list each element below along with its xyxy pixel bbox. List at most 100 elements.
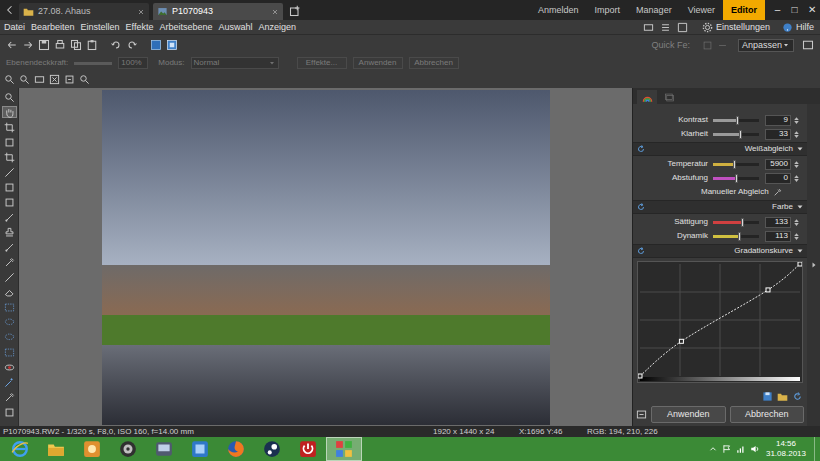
curve-chart[interactable]	[638, 262, 802, 382]
mode-label[interactable]: Editor	[731, 6, 757, 15]
tool-button[interactable]	[2, 301, 17, 313]
tool-button[interactable]	[2, 406, 17, 418]
expand-arrow-icon[interactable]	[796, 145, 804, 153]
panel-tab[interactable]	[637, 90, 657, 104]
tray-expand-icon[interactable]	[708, 444, 718, 454]
panel-scroll-strip[interactable]	[807, 104, 820, 426]
tool-button[interactable]	[2, 166, 17, 178]
mode-label[interactable]: Anmelden	[538, 6, 579, 15]
button-label[interactable]: Abbrechen	[745, 410, 789, 419]
taskbar-app[interactable]	[290, 437, 326, 461]
settings-label[interactable]: Einstellungen	[716, 23, 770, 32]
menu-item[interactable]: Auswahl	[219, 23, 253, 32]
reset-icon[interactable]	[636, 202, 646, 212]
taskbar-app[interactable]	[74, 437, 110, 461]
menu-item[interactable]: Einstellen	[81, 23, 120, 32]
tool-button[interactable]	[2, 346, 17, 358]
volume-icon[interactable]	[750, 444, 760, 454]
tool-button[interactable]	[2, 316, 17, 328]
value-field[interactable]: 9	[765, 115, 791, 126]
slider-thumb[interactable]	[736, 116, 739, 125]
zoom-icon[interactable]	[49, 74, 60, 85]
reset-icon[interactable]	[636, 144, 646, 154]
toolbar-icon[interactable]	[110, 39, 122, 51]
curve-point[interactable]	[766, 288, 770, 292]
section-header[interactable]: Farbe	[633, 200, 807, 214]
tool-button[interactable]	[2, 376, 17, 388]
taskbar-app[interactable]	[146, 437, 182, 461]
spinner-icon[interactable]	[792, 116, 801, 125]
tool-button[interactable]	[2, 241, 17, 253]
settings-button[interactable]: Einstellungen	[702, 22, 770, 33]
value-field[interactable]: 133	[765, 217, 791, 228]
close-icon[interactable]	[137, 8, 145, 16]
tool-button[interactable]	[2, 211, 17, 223]
window-control-button[interactable]: □	[786, 5, 803, 15]
slider-thumb[interactable]	[738, 232, 741, 241]
tab-label[interactable]: 27.08. Ahaus	[38, 7, 133, 16]
tool-button[interactable]	[2, 151, 17, 163]
slider-track[interactable]	[713, 221, 759, 224]
toolbar-icon[interactable]	[150, 39, 162, 51]
toolbar-icon[interactable]	[38, 39, 50, 51]
reset-icon[interactable]	[792, 391, 803, 402]
taskbar-app[interactable]	[2, 437, 38, 461]
menu-item[interactable]: Anzeigen	[259, 23, 297, 32]
tool-button[interactable]	[2, 91, 17, 103]
manual-balance-label[interactable]: Manueller Abgleich	[701, 188, 769, 196]
slider-value[interactable]: 9	[784, 116, 788, 124]
mode-label[interactable]: Import	[595, 6, 621, 15]
slider-track[interactable]	[713, 163, 759, 166]
collapse-arrow-icon[interactable]	[810, 261, 818, 269]
help-button[interactable]: Hilfe	[782, 22, 814, 33]
eyedropper-icon[interactable]	[773, 188, 782, 197]
section-header[interactable]: Weißabgleich	[633, 142, 807, 156]
slider-track[interactable]	[713, 235, 759, 238]
menu-item[interactable]: Bearbeiten	[31, 23, 75, 32]
spinner-icon[interactable]	[792, 130, 801, 139]
slider-track[interactable]	[713, 133, 759, 136]
taskbar-app[interactable]	[38, 437, 74, 461]
spinner-icon[interactable]	[792, 174, 801, 183]
slider-thumb[interactable]	[733, 160, 736, 169]
mode-tab[interactable]: Viewer	[680, 0, 723, 20]
tool-button[interactable]	[2, 121, 17, 133]
menu-item[interactable]: Arbeitsebene	[159, 23, 212, 32]
curve-point[interactable]	[679, 339, 683, 343]
spinner-icon[interactable]	[792, 160, 801, 169]
new-tab-icon[interactable]	[289, 5, 301, 17]
network-icon[interactable]	[736, 444, 746, 454]
panel-tab[interactable]	[659, 90, 679, 104]
slider-track[interactable]	[713, 119, 759, 122]
monitor-icon[interactable]	[643, 22, 654, 33]
zoom-icon[interactable]	[79, 74, 90, 85]
help-label[interactable]: Hilfe	[796, 23, 814, 32]
fit-dropdown[interactable]: Anpassen	[738, 39, 794, 52]
panel-button[interactable]: Anwenden	[651, 406, 726, 423]
slider-value[interactable]: 5900	[770, 160, 788, 168]
button-label[interactable]: Anwenden	[667, 410, 710, 419]
tool-button[interactable]	[2, 271, 17, 283]
tool-button[interactable]	[2, 136, 17, 148]
document-tab[interactable]: 27.08. Ahaus	[19, 3, 149, 20]
tab-label[interactable]: P1070943	[172, 7, 267, 16]
tool-button[interactable]	[2, 196, 17, 208]
mode-tab[interactable]: Editor	[723, 0, 765, 20]
mode-label[interactable]: Viewer	[688, 6, 715, 15]
slider-value[interactable]: 133	[775, 218, 788, 226]
save-icon[interactable]	[762, 391, 773, 402]
tool-button[interactable]	[2, 331, 17, 343]
zoom-icon[interactable]	[64, 74, 75, 85]
section-label[interactable]: Gradationskurve	[734, 247, 793, 255]
spinner-icon[interactable]	[792, 218, 801, 227]
slider-thumb[interactable]	[735, 174, 738, 183]
list-icon[interactable]	[660, 22, 671, 33]
slider-value[interactable]: 113	[775, 232, 788, 240]
close-icon[interactable]	[271, 8, 279, 16]
reset-icon[interactable]	[636, 246, 646, 256]
tool-button[interactable]	[2, 361, 17, 373]
fit-value[interactable]: Anpassen	[742, 41, 782, 50]
taskbar-app[interactable]	[182, 437, 218, 461]
document-tab[interactable]: P1070943	[153, 3, 283, 20]
mode-tab[interactable]: Import	[587, 0, 629, 20]
